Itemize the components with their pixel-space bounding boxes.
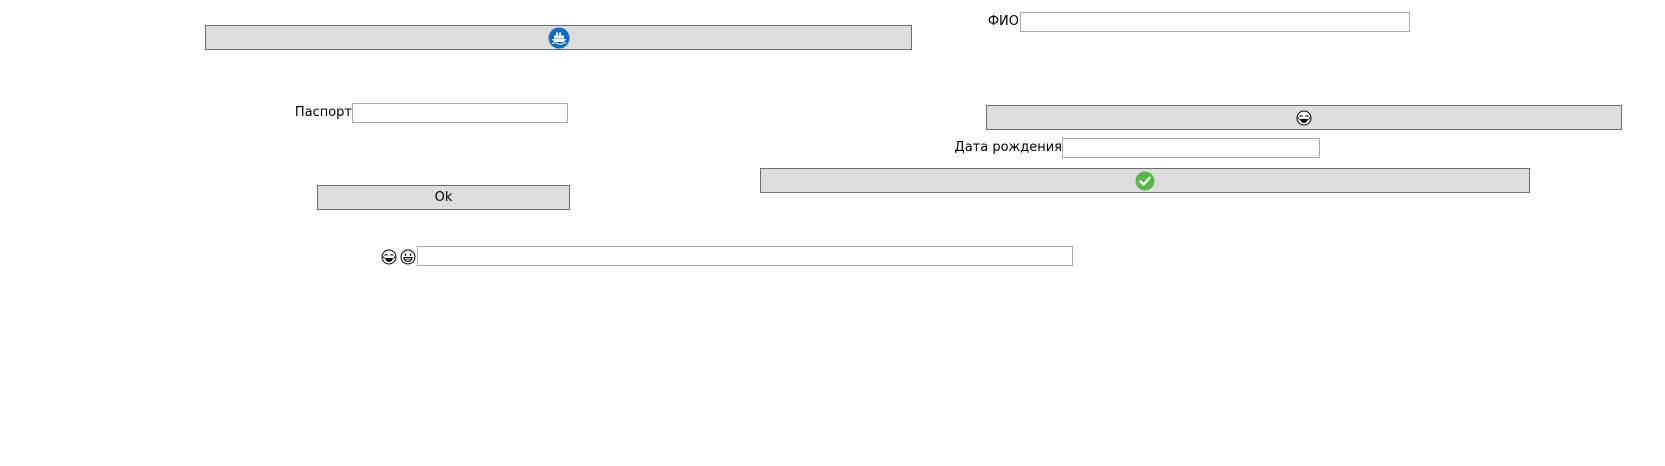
laughing-face-icon — [381, 249, 397, 265]
fio-field[interactable] — [1020, 12, 1410, 32]
passport-field[interactable] — [352, 103, 568, 123]
passport-label: Паспорт — [294, 105, 352, 120]
emoji-input-field[interactable] — [417, 246, 1073, 266]
fio-label: ФИО — [987, 14, 1019, 29]
ok-button-label: Ok — [434, 190, 453, 205]
check-button[interactable] — [760, 168, 1530, 193]
laughing-emoji-button[interactable] — [986, 105, 1622, 130]
check-circle-icon — [1135, 171, 1155, 190]
birthdate-field[interactable] — [1062, 138, 1320, 158]
ship-button[interactable] — [205, 25, 912, 50]
ship-icon — [548, 27, 569, 48]
laughing-face-icon — [1296, 110, 1312, 125]
birthdate-label: Дата рождения — [954, 140, 1062, 155]
grinning-face-icon — [400, 249, 416, 265]
ok-button[interactable]: Ok — [317, 185, 570, 210]
